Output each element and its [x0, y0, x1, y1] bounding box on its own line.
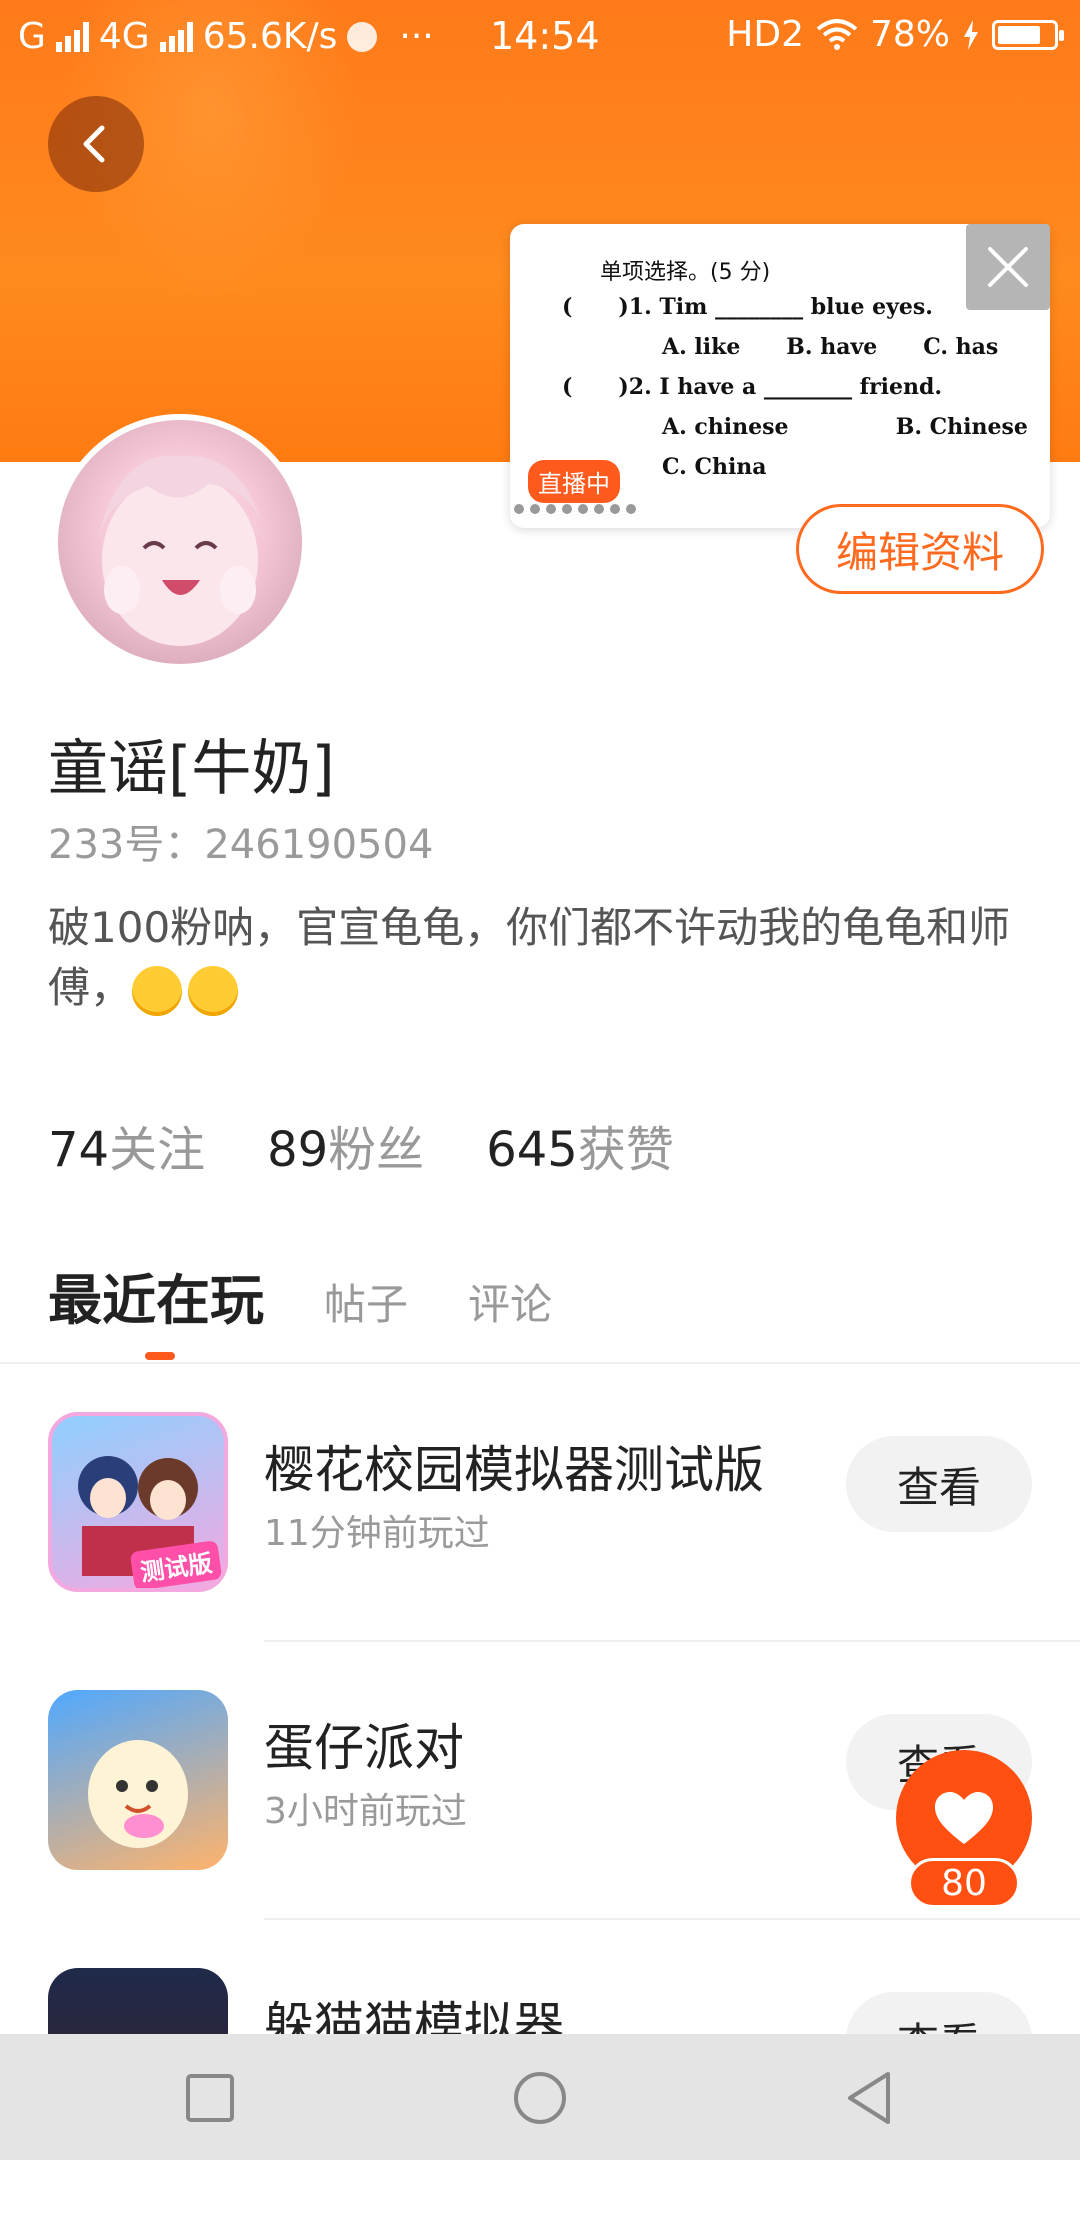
network-label: 4G — [98, 16, 150, 57]
game-title: 樱花校园模拟器测试版 — [264, 1441, 764, 1499]
close-popup-button[interactable] — [966, 224, 1050, 310]
hd-label: HD2 — [726, 14, 804, 55]
row-divider — [264, 1640, 1080, 1642]
profile-stats: 74关注 89粉丝 645获赞 — [48, 1110, 674, 1180]
back-button[interactable] — [48, 96, 144, 192]
stat-likes[interactable]: 645获赞 — [486, 1110, 674, 1180]
battery-icon — [992, 19, 1064, 50]
question-line-2: ( )2. I have a ________ friend. — [562, 374, 943, 400]
stat-number: 645 — [486, 1122, 578, 1178]
more-indicator: ··· — [399, 16, 434, 57]
signal-icon — [55, 21, 89, 52]
row-divider — [264, 1918, 1080, 1920]
system-nav-bar — [0, 2034, 1080, 2160]
game-art — [88, 1740, 188, 1848]
avatar[interactable] — [52, 414, 308, 670]
close-icon — [988, 247, 1028, 287]
carrier-label: G — [18, 16, 46, 57]
tab-comments[interactable]: 评论 — [468, 1271, 552, 1332]
like-count: 80 — [908, 1858, 1020, 1908]
back-nav-icon[interactable] — [842, 2070, 898, 2126]
game-list-item[interactable]: 测试版 樱花校园模拟器测试版 11分钟前玩过 查看 — [0, 1392, 1080, 1670]
recents-icon[interactable] — [182, 2070, 238, 2126]
grin-emoji-icon — [188, 965, 239, 1016]
heart-icon — [935, 1792, 993, 1844]
active-tab-indicator — [145, 1352, 175, 1360]
stat-number: 74 — [48, 1122, 110, 1178]
profile-name: 童谣[牛奶] — [48, 734, 335, 804]
stat-label: 粉丝 — [328, 1122, 425, 1178]
tab-posts[interactable]: 帖子 — [324, 1271, 408, 1332]
edit-profile-button[interactable]: 编辑资料 — [796, 504, 1044, 594]
live-badge: 直播中 — [528, 460, 620, 503]
game-icon-sakura: 测试版 — [48, 1412, 228, 1592]
signal-icon-2 — [159, 21, 193, 52]
stat-followers[interactable]: 89粉丝 — [267, 1110, 424, 1180]
game-played-time: 11分钟前玩过 — [264, 1513, 490, 1554]
question-options-2: A. chinese B. Chinese — [662, 414, 1028, 440]
charging-icon — [964, 19, 978, 50]
tab-divider — [0, 1362, 1080, 1364]
profile-id: 233号：246190504 — [48, 822, 434, 868]
stat-label: 关注 — [109, 1122, 206, 1178]
question-line-1: ( )1. Tim ________ blue eyes. — [562, 294, 933, 320]
game-icon-eggy-party — [48, 1690, 228, 1870]
profile-bio: 破100粉呐，官宣龟龟，你们都不许动我的龟龟和师傅， — [48, 898, 1038, 1018]
tab-recently-played[interactable]: 最近在玩 — [48, 1256, 264, 1335]
profile-tabs: 最近在玩 帖子 评论 — [48, 1256, 552, 1335]
clock: 14:54 — [490, 14, 600, 58]
question-title: 单项选择。(5 分) — [600, 260, 771, 285]
game-title: 蛋仔派对 — [264, 1719, 464, 1777]
question-options-3: C. China — [662, 454, 767, 480]
stat-label: 获赞 — [577, 1122, 674, 1178]
view-game-button[interactable]: 查看 — [846, 1436, 1032, 1532]
wifi-icon — [816, 18, 858, 50]
question-options-1: A. like B. have C. has — [662, 334, 999, 360]
stat-following[interactable]: 74关注 — [48, 1110, 205, 1180]
battery-fill — [998, 25, 1040, 44]
home-icon[interactable] — [512, 2070, 568, 2126]
stat-number: 89 — [267, 1122, 329, 1178]
status-bar: G 4G 65.6K/s ··· 14:54 HD2 78% — [0, 0, 1080, 72]
planet-icon — [347, 21, 378, 52]
grin-emoji-icon — [132, 965, 183, 1016]
player-toolbar[interactable] — [514, 500, 654, 518]
chevron-left-icon — [83, 125, 105, 163]
avatar-image — [98, 455, 264, 646]
battery-percent: 78% — [869, 14, 950, 55]
network-speed: 65.6K/s — [202, 16, 338, 57]
game-played-time: 3小时前玩过 — [264, 1791, 467, 1832]
